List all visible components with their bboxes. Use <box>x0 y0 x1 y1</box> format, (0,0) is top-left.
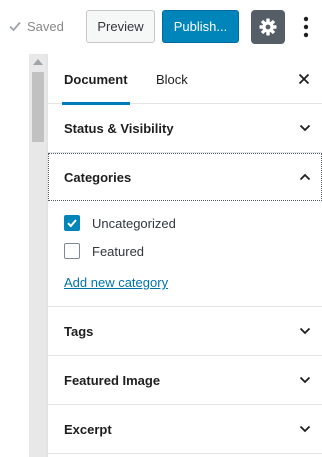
saved-status: Saved <box>7 18 64 34</box>
preview-button[interactable]: Preview <box>86 10 155 43</box>
panel-toggle-tags[interactable]: Tags <box>48 307 322 355</box>
panel-title: Status & Visibility <box>64 120 174 136</box>
panel-toggle-excerpt[interactable]: Excerpt <box>48 405 322 453</box>
category-item[interactable]: Uncategorized <box>64 209 306 237</box>
panel-toggle-featured-image[interactable]: Featured Image <box>48 356 322 404</box>
featured-checkbox[interactable] <box>64 243 80 259</box>
saved-label: Saved <box>27 18 64 34</box>
gear-icon <box>259 18 277 36</box>
chevron-down-icon <box>299 376 311 384</box>
category-label: Featured <box>92 243 145 259</box>
add-new-category-link[interactable]: Add new category <box>64 275 168 290</box>
tab-block[interactable]: Block <box>156 54 188 104</box>
panel-title: Categories <box>64 169 132 185</box>
panel-title: Tags <box>64 323 94 339</box>
panel-title: Excerpt <box>64 421 112 437</box>
tab-document[interactable]: Document <box>62 54 130 105</box>
vertical-ellipsis-icon <box>303 16 309 38</box>
publish-button[interactable]: Publish... <box>162 10 239 43</box>
panel-categories: Categories Uncategorized Featured Add ne… <box>48 153 322 307</box>
categories-body: Uncategorized Featured Add new category <box>48 201 322 306</box>
editor-toolbar: Saved Preview Publish... <box>0 0 322 54</box>
panel-tags: Tags <box>48 307 322 356</box>
checkmark-icon <box>9 21 21 32</box>
chevron-down-icon <box>299 327 311 335</box>
scrollbar[interactable] <box>29 54 47 457</box>
category-label: Uncategorized <box>92 215 176 231</box>
category-item[interactable]: Featured <box>64 237 306 265</box>
uncategorized-checkbox[interactable] <box>64 215 80 231</box>
panel-status-visibility: Status & Visibility <box>48 104 322 153</box>
panel-excerpt: Excerpt <box>48 405 322 454</box>
chevron-up-icon <box>299 173 311 181</box>
settings-sidebar: Document Block Status & Visibility Categ… <box>47 54 322 457</box>
panel-toggle-categories[interactable]: Categories <box>48 153 322 201</box>
panel-featured-image: Featured Image <box>48 356 322 405</box>
panel-title: Featured Image <box>64 372 161 388</box>
sidebar-tabs: Document Block <box>48 54 322 105</box>
chevron-down-icon <box>299 124 311 132</box>
checkmark-icon <box>67 219 77 228</box>
settings-button[interactable] <box>251 10 285 44</box>
panel-toggle-status-visibility[interactable]: Status & Visibility <box>48 104 322 152</box>
scroll-up-arrow-icon[interactable] <box>33 59 43 65</box>
more-options-button[interactable] <box>296 12 316 42</box>
close-icon[interactable] <box>296 71 312 87</box>
chevron-down-icon <box>299 425 311 433</box>
scroll-thumb[interactable] <box>32 72 44 142</box>
